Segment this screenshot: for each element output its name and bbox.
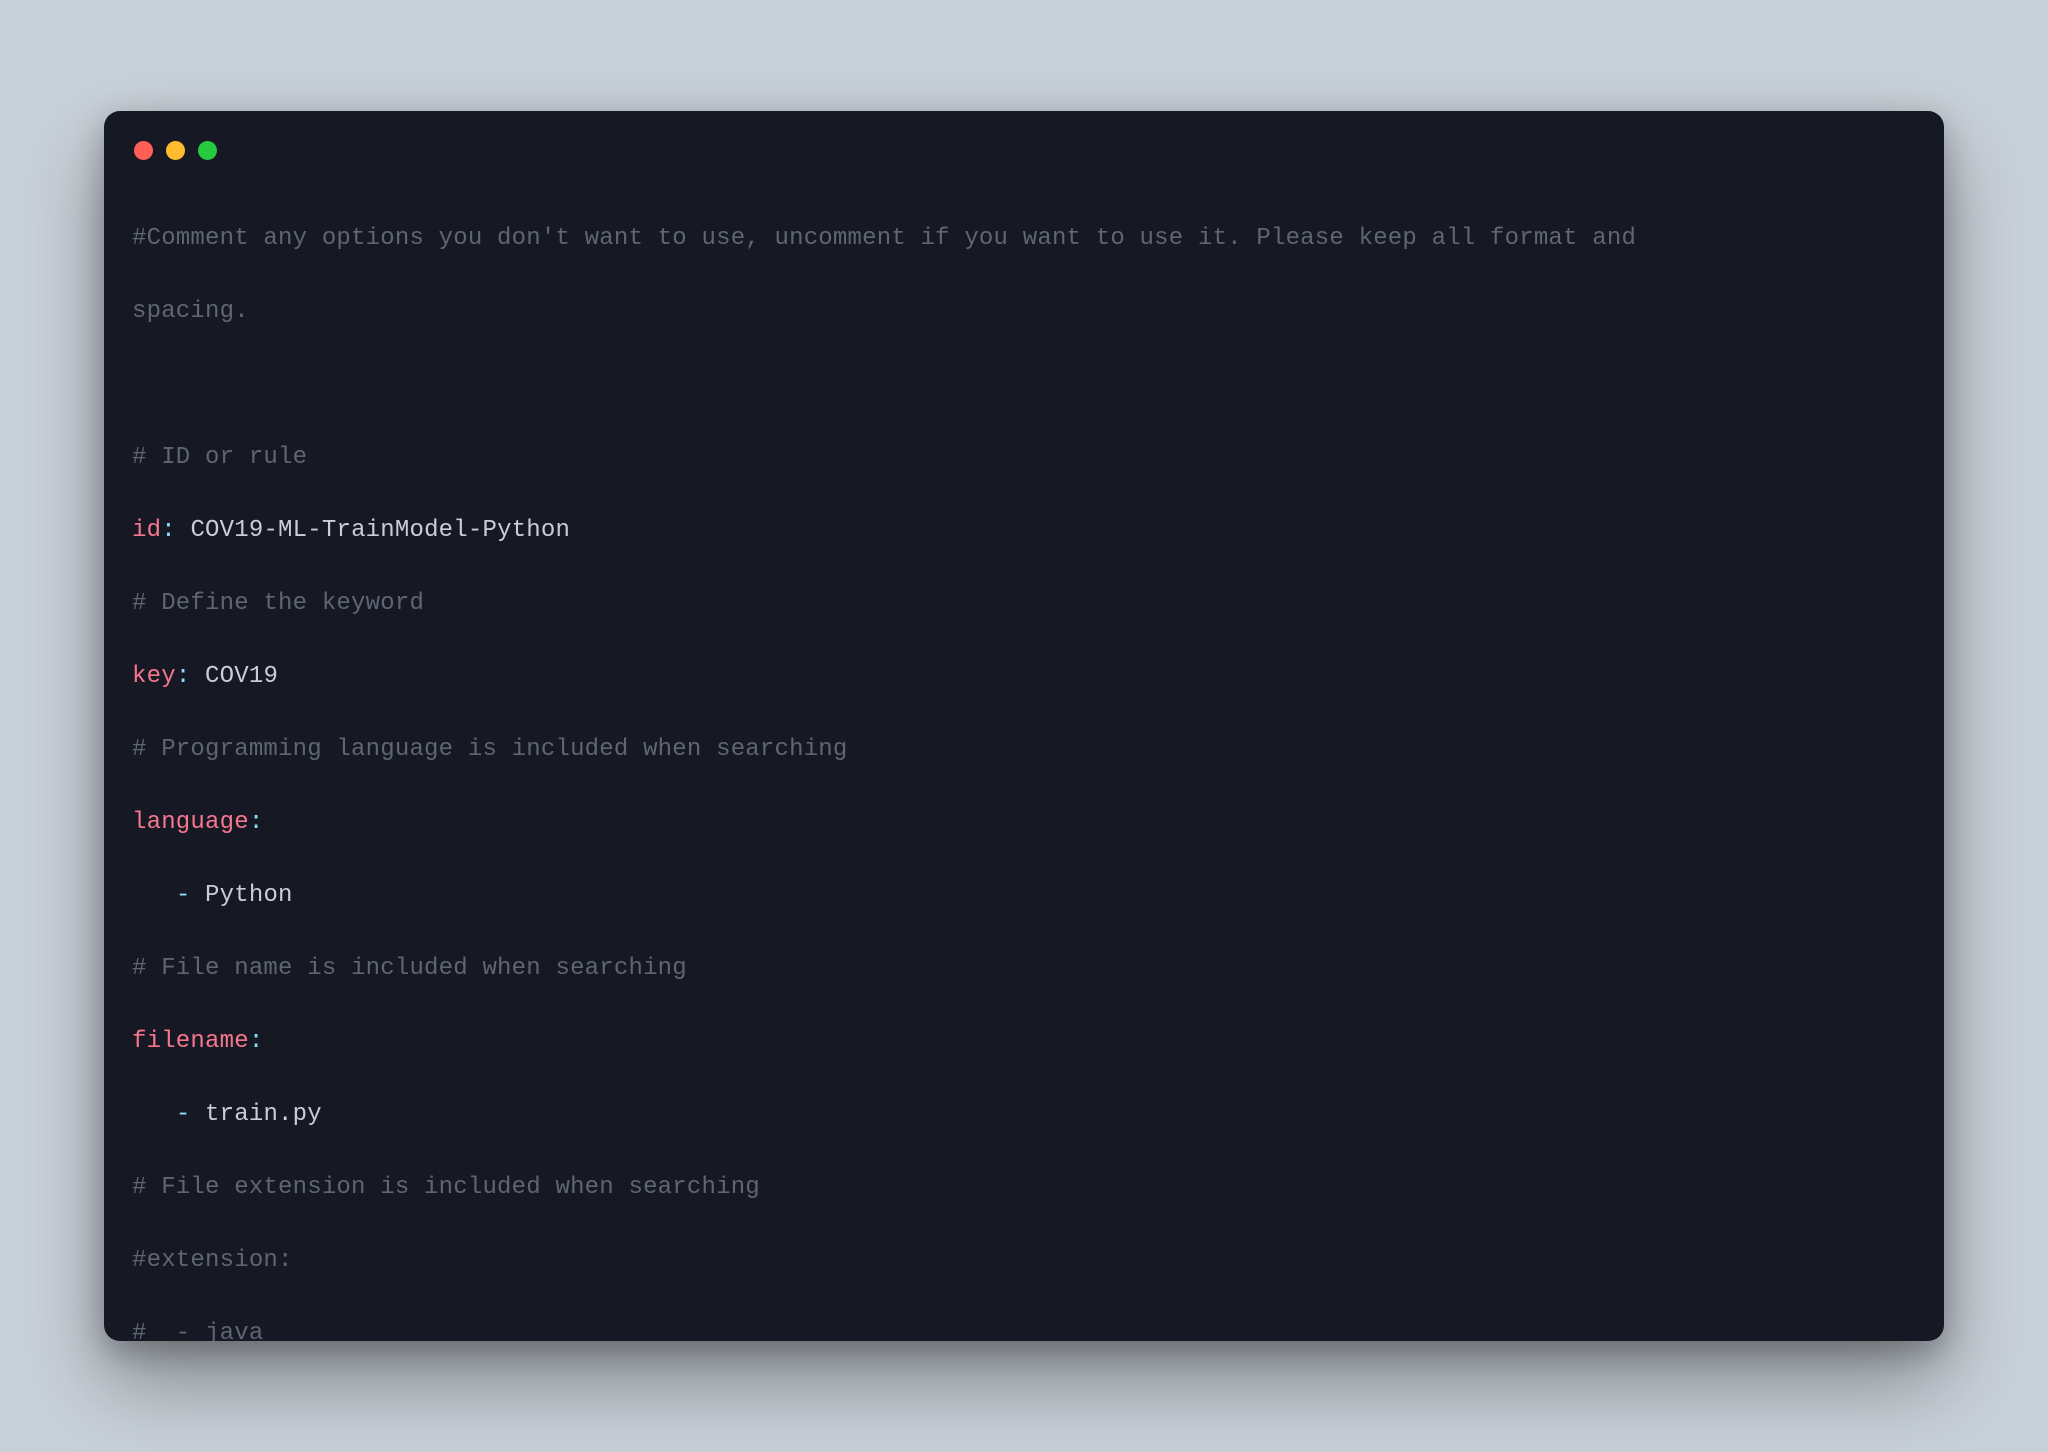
comment-extension-0: # - java: [132, 1320, 263, 1342]
value-language-0: Python: [205, 882, 293, 909]
colon: :: [249, 1028, 264, 1055]
colon: :: [249, 809, 264, 836]
comment-extension: # File extension is included when search…: [132, 1174, 760, 1201]
window-controls: [132, 135, 1916, 184]
close-icon[interactable]: [134, 141, 153, 160]
key-key: key: [132, 663, 176, 690]
comment-header-2: spacing.: [132, 298, 249, 325]
value-id-text: COV19-ML-TrainModel-Python: [190, 517, 570, 544]
key-filename: filename: [132, 1028, 249, 1055]
value-key: COV19: [205, 663, 278, 690]
value-filename-0: train.py: [205, 1101, 322, 1128]
key-id: id: [132, 517, 161, 544]
comment-filename: # File name is included when searching: [132, 955, 687, 982]
comment-header-1: #Comment any options you don't want to u…: [132, 225, 1651, 252]
terminal-window: #Comment any options you don't want to u…: [104, 111, 1944, 1341]
maximize-icon[interactable]: [198, 141, 217, 160]
comment-language: # Programming language is included when …: [132, 736, 848, 763]
comment-extension-key: #extension:: [132, 1247, 293, 1274]
colon: :: [161, 517, 176, 544]
comment-key: # Define the keyword: [132, 590, 424, 617]
value-id: [176, 517, 191, 544]
colon: :: [176, 663, 191, 690]
dash: -: [176, 1101, 191, 1128]
comment-id: # ID or rule: [132, 444, 307, 471]
code-block: #Comment any options you don't want to u…: [132, 184, 1916, 1341]
dash: -: [176, 882, 191, 909]
key-language: language: [132, 809, 249, 836]
minimize-icon[interactable]: [166, 141, 185, 160]
